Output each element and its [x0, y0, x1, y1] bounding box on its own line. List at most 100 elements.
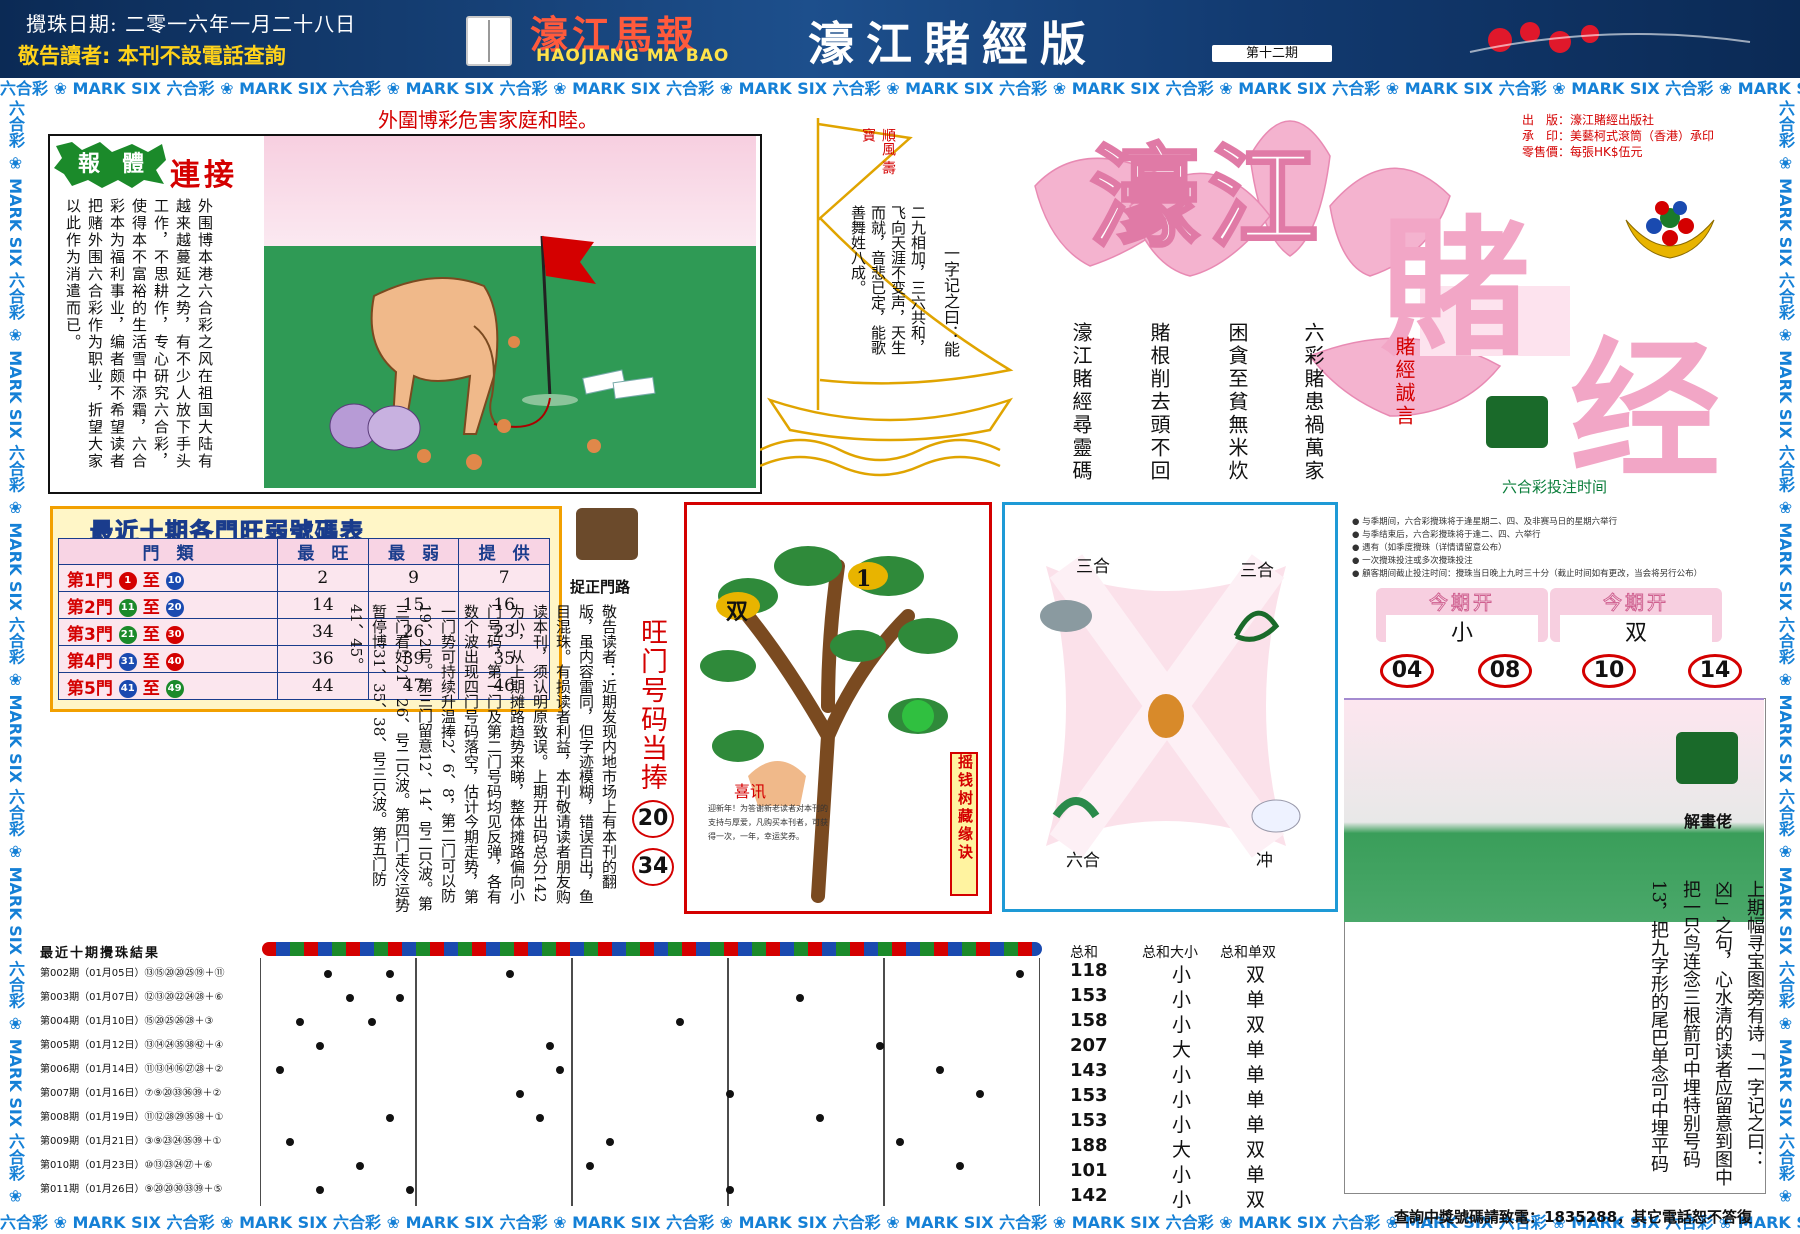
table-row: 第1門 1 至 10 2 9 7 — [58, 564, 550, 592]
draw-row: 第010期（01月23日）⑩⑬㉓㉔㉗＋⑥ — [40, 1160, 213, 1171]
pick-number: 08 — [1478, 654, 1532, 688]
publisher-info: 出 版：濠江賭經出版社 承 印：美藝柯式滾筒（香港）承印 零售價：每張HK$伍元 — [1522, 112, 1714, 160]
verse-1: 六彩賭患禍萬家 — [1301, 322, 1325, 483]
sum-size: 大 — [1172, 1139, 1192, 1161]
good-news-title: 喜讯 — [734, 782, 767, 801]
this-issue-box: 今期开 小 今期开 双 — [1376, 588, 1722, 647]
betting-note: ● 顧客期间截止投注时间：攪珠当日晚上九时三十分（截止时间如有更改，当会将另行公… — [1352, 569, 1703, 579]
betting-notes: ● 与季期间，六合彩攪珠将于逢星期二、四、及非赛马日的星期六举行 ● 与季结束后… — [1352, 516, 1772, 581]
number-ball-ruler — [262, 942, 1042, 956]
provide-cell: 7 — [458, 564, 550, 592]
tree-tag-2: 1 — [856, 566, 872, 592]
this-issue-parity-box: 今期开 双 — [1550, 588, 1722, 647]
verse-4: 濠江賭經尋靈碼 — [1069, 322, 1093, 483]
title-big-1: 濠江 — [1089, 132, 1326, 264]
sum-size: 小 — [1172, 1064, 1192, 1086]
pick-number: 10 — [1582, 654, 1636, 688]
sum-header-parity: 总和单双 — [1220, 945, 1276, 961]
notice-and-tips-text: 敬告读者：近期发现内地市场上有本刊的翻版，虽内容雷同，但字迹模糊，错误百出，鱼目… — [347, 604, 618, 913]
this-issue-label: 今期开 — [1602, 592, 1669, 615]
gate-cell: 第1門 1 至 10 — [58, 564, 278, 592]
this-issue-label: 今期开 — [1428, 592, 1495, 615]
draw-date: 攪珠日期: 二零一六年一月二十八日 — [26, 12, 357, 36]
sum-parity: 单 — [1246, 1114, 1266, 1136]
verse-2: 困貪至貧無米炊 — [1225, 322, 1249, 483]
gold-ingot-icon — [1625, 201, 1715, 259]
zodiac-br-label: 冲 — [1256, 851, 1273, 871]
paper-name-en: HAOJIANG MA BAO — [536, 46, 730, 66]
sum-parity: 单 — [1246, 1039, 1266, 1061]
slogan: 外圍博彩危害家庭和睦。 — [378, 108, 598, 132]
hot-number: 20 — [632, 800, 674, 838]
gate-route-icon — [576, 508, 638, 560]
sum-size: 大 — [1172, 1039, 1192, 1061]
sum-total: 188 — [1070, 1135, 1108, 1156]
pick-number: 14 — [1688, 654, 1742, 688]
tree-tag-1: 双 — [726, 599, 749, 625]
this-issue-size-box: 今期开 小 — [1376, 588, 1548, 647]
sum-total: 101 — [1070, 1160, 1108, 1181]
col-header: 最 旺 — [277, 538, 369, 565]
cow-illustration — [264, 136, 756, 488]
ship-flag-text: 順風 壽寶 — [860, 128, 896, 175]
draw-row: 第009期（01月21日）③⑨㉓㉔㉟㊴＋① — [40, 1136, 222, 1147]
zodiac-bl-label: 六合 — [1066, 851, 1100, 871]
mark-six-strip-right: 六合彩 ❀ MARK SIX 六合彩 ❀ MARK SIX 六合彩 ❀ MARK… — [1776, 100, 1795, 1208]
sum-size: 小 — [1172, 1164, 1192, 1186]
sum-rows: 118 小双 153 小单 158 小双 207 大单 143 小单 153 小单 153 小单 188 大双… — [1060, 960, 1300, 1211]
intro-badge-char-1: 報 — [78, 151, 101, 177]
zodiac-diagram — [1040, 554, 1301, 858]
draw-row: 第002期（01月05日）⑬⑮⑳⑳㉕⑲＋⑪ — [40, 968, 225, 979]
ship-verse: 二九相加，三六共和，飞向天涯不变声，天生而就，音悲已定，能歌善舞姓八成。 — [849, 205, 927, 355]
intro-text: 外围博本港六合彩之风在祖国大陆有越来越蔓延之势，有不少人放下手头工作，不思耕作，… — [64, 198, 214, 470]
draw-row: 第004期（01月10日）⑮⑳㉕㉖㉘＋③ — [40, 1016, 214, 1027]
col-header: 門 類 — [58, 538, 278, 565]
draw-row: 第011期（01月26日）⑨⑳⑳㉚㉝㊴＋⑤ — [40, 1184, 223, 1195]
ship-verse-first: 一字记之曰：能 — [941, 245, 960, 357]
sum-size: 小 — [1172, 989, 1192, 1011]
draw-results-grid: 第002期（01月05日）⑬⑮⑳⑳㉕⑲＋⑪ 第003期（01月07日）⑫⑬⑳㉒㉔… — [40, 958, 1040, 1206]
sum-total: 153 — [1070, 985, 1108, 1006]
draw-row: 第006期（01月14日）⑪⑬⑭⑯㉗㉘＋② — [40, 1064, 224, 1075]
sum-parity: 双 — [1246, 1014, 1266, 1036]
sum-size: 小 — [1172, 964, 1192, 986]
betting-note: ● 一次攪珠投注或多次攪珠投注 — [1352, 556, 1473, 566]
sum-parity: 单 — [1246, 1064, 1266, 1086]
sum-parity: 双 — [1246, 1189, 1266, 1211]
betting-time-title: 六合彩投注时间 — [1502, 478, 1608, 496]
sum-parity: 双 — [1246, 964, 1266, 986]
sum-header-size: 总和大小 — [1142, 945, 1198, 961]
pointing-hand-icon — [1486, 396, 1548, 448]
col-header: 提 供 — [458, 538, 550, 565]
sum-total: 158 — [1070, 1010, 1108, 1031]
sum-parity: 单 — [1246, 1089, 1266, 1111]
draw-row: 第007期（01月16日）⑦⑨⑳㉝㊱㊴＋② — [40, 1088, 222, 1099]
price-line: 零售價：每張HK$伍元 — [1522, 145, 1643, 159]
hot-cell: 2 — [277, 564, 369, 592]
betting-note: ● 与季结束后，六合彩攪珠将于逢二、四、六举行 — [1352, 530, 1541, 540]
gate-route-label: 捉正門路 — [570, 578, 631, 596]
publisher-line: 出 版：濠江賭經出版社 — [1522, 113, 1655, 127]
sum-parity: 单 — [1246, 1164, 1266, 1186]
hot-number: 34 — [632, 848, 674, 886]
draw-row: 第003期（01月07日）⑫⑬⑳㉒㉔㉘＋⑥ — [40, 992, 224, 1003]
printer-line: 承 印：美藝柯式滾筒（香港）承印 — [1522, 129, 1715, 143]
draw-row: 第008期（01月19日）⑪⑫㉘㉙㉟㊳＋① — [40, 1112, 224, 1123]
sum-total: 143 — [1070, 1060, 1108, 1081]
zodiac-tr-label: 三合 — [1240, 561, 1274, 581]
sum-size: 小 — [1172, 1114, 1192, 1136]
intro-badge-title: 連接 — [170, 158, 238, 193]
draw-row: 第005期（01月12日）⑬⑭㉔㉟㊳㊷＋④ — [40, 1040, 224, 1051]
sum-total: 118 — [1070, 960, 1108, 981]
sum-size: 小 — [1172, 1014, 1192, 1036]
sum-header-total: 总和 — [1070, 945, 1098, 961]
riddle-text: 上期幅寻宝图旁有诗「一字记之曰：凶」之句，心水清的读者应留意到图中把一只鸟连念三… — [1648, 880, 1765, 1186]
money-tree-illustration — [700, 546, 958, 903]
masthead: 攪珠日期: 二零一六年一月二十八日 敬告讀者: 本刊不設電話查詢 濠江馬報 HA… — [0, 0, 1800, 78]
sum-parity: 单 — [1246, 989, 1266, 1011]
book-icon — [466, 16, 512, 66]
footer-note: 查詢中獎號碼請致電：1835288，其它電話恕不答復 — [1394, 1208, 1753, 1226]
reader-warning: 敬告讀者: 本刊不設電話查詢 — [18, 44, 286, 68]
money-tree-side-label: 摇钱树藏缘诀 — [950, 752, 978, 896]
sum-total: 153 — [1070, 1110, 1108, 1131]
